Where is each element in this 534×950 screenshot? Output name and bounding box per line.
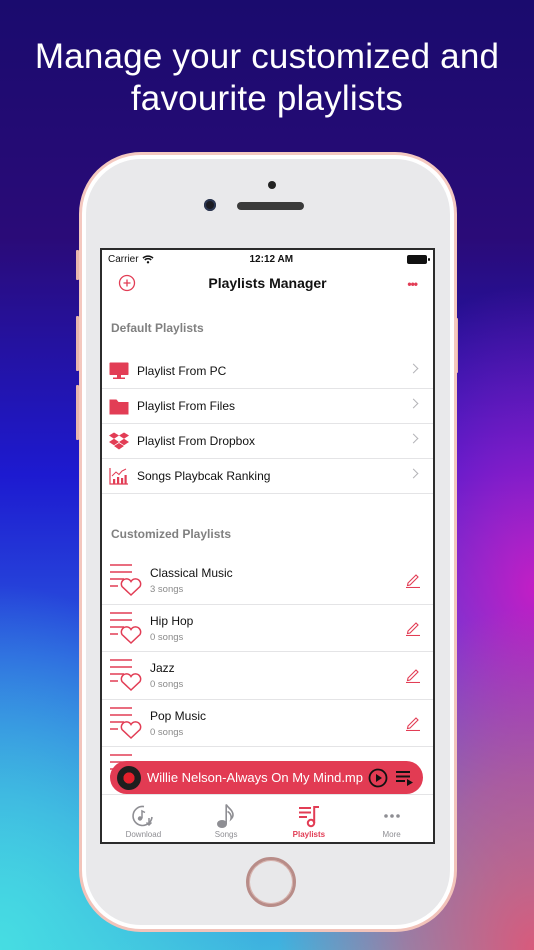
more-options-button[interactable]: •••	[407, 278, 418, 290]
row-label: Songs Playbcak Ranking	[137, 469, 271, 483]
edit-playlist-button[interactable]	[405, 667, 421, 683]
customized-playlists-list: Classical Music 3 songs Hip Hop 0 songs …	[102, 557, 433, 795]
tab-label: Playlists	[292, 830, 326, 839]
tab-playlists[interactable]: Playlists	[268, 794, 351, 842]
chevron-right-icon	[408, 433, 419, 444]
playlist-row[interactable]: Classical Music 3 songs	[102, 557, 433, 605]
play-button[interactable]	[368, 768, 388, 788]
queue-list-button[interactable]	[396, 770, 414, 786]
default-playlists-header: Default Playlists	[111, 321, 204, 335]
more-dots-icon	[383, 814, 400, 818]
mini-player[interactable]: Willie Nelson-Always On My Mind.mp3	[110, 761, 423, 794]
customized-playlists-header: Customized Playlists	[111, 527, 232, 541]
playlist-song-count: 0 songs	[150, 631, 184, 643]
playlist-name: Hip Hop	[150, 613, 194, 628]
playlist-row[interactable]: Pop Music 0 songs	[102, 700, 433, 747]
add-playlist-button[interactable]	[118, 274, 136, 292]
phone-frame: Carrier 12:12 AM Playlists Manager ••• D…	[79, 152, 457, 932]
app-screen: Carrier 12:12 AM Playlists Manager ••• D…	[100, 248, 435, 844]
tab-label: Songs	[214, 830, 238, 839]
vinyl-disc-icon	[117, 765, 141, 790]
track-title: Willie Nelson-Always On My Mind.mp3	[147, 770, 363, 785]
headline-line-2: favourite playlists	[130, 79, 404, 118]
download-music-icon	[132, 805, 154, 827]
clock: 12:12 AM	[249, 253, 294, 265]
playlist-row[interactable]: Jazz 0 songs	[102, 652, 433, 700]
chevron-right-icon	[408, 468, 419, 479]
battery-icon	[406, 254, 430, 264]
playback-ranking-row[interactable]: Songs Playbcak Ranking	[102, 459, 433, 494]
page-title: Playlists Manager	[208, 275, 327, 291]
playlist-row[interactable]: Hip Hop 0 songs	[102, 605, 433, 652]
now-playing-track: Willie Nelson-Always On My Mind.mp3	[147, 770, 363, 785]
music-note-icon	[217, 804, 234, 828]
dropbox-icon	[109, 432, 129, 450]
tab-bar: Download Songs Playlists More	[102, 794, 433, 842]
row-label: Playlist From Dropbox	[137, 434, 256, 448]
tab-more[interactable]: More	[350, 794, 433, 842]
front-camera	[204, 199, 216, 211]
edit-playlist-button[interactable]	[405, 715, 421, 731]
chevron-right-icon	[408, 363, 419, 374]
wifi-icon	[142, 254, 154, 263]
edit-playlist-button[interactable]	[405, 620, 421, 636]
row-label: Playlist From PC	[137, 364, 227, 378]
promo-headline: Manage your customized and favourite pla…	[0, 36, 534, 120]
folder-icon	[109, 399, 129, 414]
tab-label: More	[382, 830, 401, 839]
tab-label: Download	[125, 830, 162, 839]
playlist-from-pc-row[interactable]: Playlist From PC	[102, 354, 433, 389]
tab-download[interactable]: Download	[102, 794, 185, 842]
tab-songs[interactable]: Songs	[185, 794, 268, 842]
playlist-from-files-row[interactable]: Playlist From Files	[102, 389, 433, 424]
carrier-label: Carrier	[108, 253, 139, 265]
playlist-icon	[298, 806, 319, 828]
proximity-sensor	[268, 181, 276, 189]
navigation-bar: Playlists Manager •••	[102, 268, 433, 298]
row-label: Playlist From Files	[137, 399, 236, 413]
playlist-name: Classical Music	[150, 566, 233, 581]
chevron-right-icon	[408, 398, 419, 409]
earpiece-speaker	[237, 202, 304, 210]
playlist-song-count: 0 songs	[150, 679, 184, 691]
monitor-icon	[109, 362, 129, 379]
playlist-song-count: 0 songs	[150, 726, 184, 738]
playlist-heart-icon	[110, 659, 142, 692]
playlist-name: Jazz	[150, 661, 175, 676]
playlist-heart-icon	[110, 564, 142, 597]
default-playlists-list: Playlist From PC Playlist From Files Pla…	[102, 354, 433, 494]
playlist-heart-icon	[110, 612, 142, 644]
playlist-name: Pop Music	[150, 708, 207, 723]
chart-icon	[109, 468, 128, 485]
playlist-heart-icon	[110, 707, 142, 739]
headline-line-1: Manage your customized and	[34, 37, 500, 76]
playlist-song-count: 3 songs	[150, 584, 184, 596]
edit-playlist-button[interactable]	[405, 572, 421, 588]
status-bar: Carrier 12:12 AM	[102, 250, 433, 268]
playlist-from-dropbox-row[interactable]: Playlist From Dropbox	[102, 424, 433, 459]
home-button[interactable]	[246, 857, 296, 907]
